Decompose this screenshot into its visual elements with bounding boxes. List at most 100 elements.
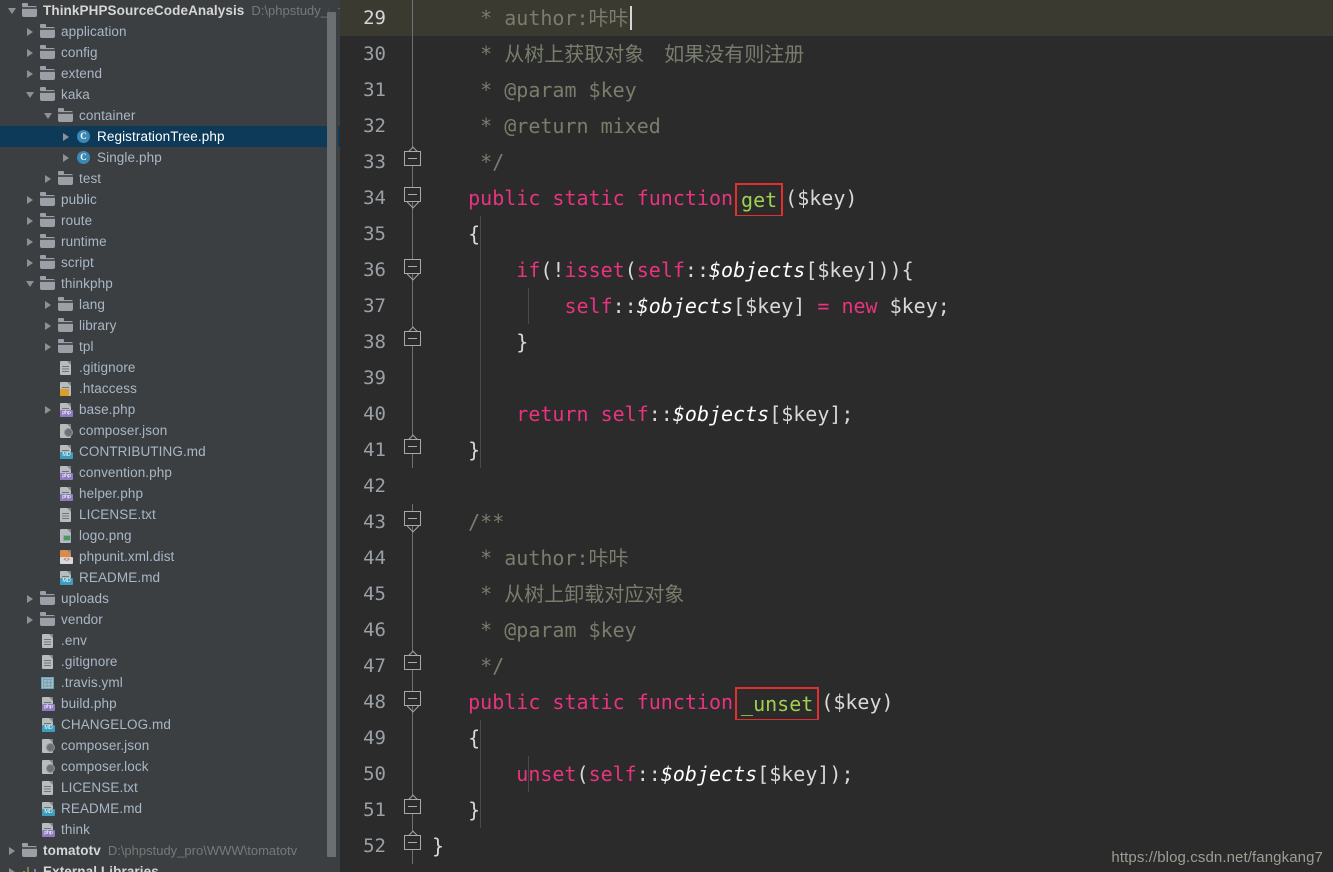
fold-gutter[interactable]	[394, 756, 432, 792]
code-text[interactable]: public static function_unset($key)	[432, 684, 1333, 720]
fold-gutter[interactable]	[394, 828, 432, 864]
fold-gutter[interactable]	[394, 0, 432, 36]
fold-gutter[interactable]	[394, 72, 432, 108]
chevron-right-icon[interactable]	[24, 214, 37, 227]
line-number[interactable]: 52	[340, 828, 394, 864]
tree-item-base-php[interactable]: phpbase.php	[0, 399, 340, 420]
line-number[interactable]: 41	[340, 432, 394, 468]
fold-gutter[interactable]	[394, 684, 432, 720]
code-text[interactable]: }	[432, 324, 1333, 360]
tree-item-thinkphpsourcecodeanalysis[interactable]: ThinkPHPSourceCodeAnalysisD:\phpstudy_pr…	[0, 0, 340, 21]
code-text[interactable]: /**	[432, 504, 1333, 540]
fold-gutter[interactable]	[394, 108, 432, 144]
fold-gutter[interactable]	[394, 576, 432, 612]
code-line[interactable]: 32 * @return mixed	[340, 108, 1333, 144]
chevron-down-icon[interactable]	[24, 277, 37, 290]
line-number[interactable]: 37	[340, 288, 394, 324]
tree-item-htaccess[interactable]: .htaccess	[0, 378, 340, 399]
line-number[interactable]: 31	[340, 72, 394, 108]
code-line[interactable]: 51 }	[340, 792, 1333, 828]
fold-gutter[interactable]	[394, 648, 432, 684]
tree-item-tomatotv[interactable]: tomatotvD:\phpstudy_pro\WWW\tomatotv	[0, 840, 340, 861]
line-number[interactable]: 47	[340, 648, 394, 684]
line-number[interactable]: 42	[340, 468, 394, 504]
line-number[interactable]: 48	[340, 684, 394, 720]
fold-gutter[interactable]	[394, 468, 432, 504]
project-tree-panel[interactable]: ThinkPHPSourceCodeAnalysisD:\phpstudy_pr…	[0, 0, 340, 872]
chevron-right-icon[interactable]	[60, 151, 73, 164]
code-text[interactable]	[432, 468, 1333, 504]
code-line[interactable]: 46 * @param $key	[340, 612, 1333, 648]
line-number[interactable]: 44	[340, 540, 394, 576]
fold-gutter[interactable]	[394, 216, 432, 252]
fold-collapse-icon[interactable]	[404, 259, 421, 274]
line-number[interactable]: 45	[340, 576, 394, 612]
fold-gutter[interactable]	[394, 324, 432, 360]
code-text[interactable]: * author:咔咔	[432, 540, 1333, 576]
fold-collapse-icon[interactable]	[404, 655, 421, 670]
fold-collapse-icon[interactable]	[404, 691, 421, 706]
fold-gutter[interactable]	[394, 36, 432, 72]
tree-item-license-txt[interactable]: LICENSE.txt	[0, 504, 340, 525]
tree-item-readme-md[interactable]: MDREADME.md	[0, 798, 340, 819]
tree-item-contributing-md[interactable]: MDCONTRIBUTING.md	[0, 441, 340, 462]
tree-item-travis-yml[interactable]: .travis.yml	[0, 672, 340, 693]
code-editor[interactable]: 29 * author:咔咔30 * 从树上获取对象 如果没有则注册31 * @…	[340, 0, 1333, 872]
tree-item-license-txt[interactable]: LICENSE.txt	[0, 777, 340, 798]
fold-gutter[interactable]	[394, 396, 432, 432]
chevron-right-icon[interactable]	[6, 865, 19, 872]
code-line[interactable]: 36 if(!isset(self::$objects[$key])){	[340, 252, 1333, 288]
code-line[interactable]: 47 */	[340, 648, 1333, 684]
chevron-right-icon[interactable]	[42, 298, 55, 311]
code-text[interactable]: public static functionget($key)	[432, 180, 1333, 216]
chevron-down-icon[interactable]	[42, 109, 55, 122]
tree-item-composer-lock[interactable]: composer.lock	[0, 756, 340, 777]
chevron-right-icon[interactable]	[24, 25, 37, 38]
code-line[interactable]: 43 /**	[340, 504, 1333, 540]
chevron-right-icon[interactable]	[24, 592, 37, 605]
line-number[interactable]: 32	[340, 108, 394, 144]
code-line[interactable]: 29 * author:咔咔	[340, 0, 1333, 36]
tree-item-extend[interactable]: extend	[0, 63, 340, 84]
tree-item-gitignore[interactable]: .gitignore	[0, 357, 340, 378]
code-text[interactable]: * @return mixed	[432, 108, 1333, 144]
tree-item-route[interactable]: route	[0, 210, 340, 231]
tree-item-single-php[interactable]: CSingle.php	[0, 147, 340, 168]
chevron-right-icon[interactable]	[60, 130, 73, 143]
tree-item-tpl[interactable]: tpl	[0, 336, 340, 357]
code-line[interactable]: 33 */	[340, 144, 1333, 180]
tree-item-vendor[interactable]: vendor	[0, 609, 340, 630]
fold-gutter[interactable]	[394, 792, 432, 828]
tree-item-application[interactable]: application	[0, 21, 340, 42]
chevron-right-icon[interactable]	[42, 403, 55, 416]
line-number[interactable]: 33	[340, 144, 394, 180]
tree-item-gitignore[interactable]: .gitignore	[0, 651, 340, 672]
line-number[interactable]: 35	[340, 216, 394, 252]
chevron-right-icon[interactable]	[24, 613, 37, 626]
fold-collapse-icon[interactable]	[404, 439, 421, 454]
chevron-right-icon[interactable]	[42, 319, 55, 332]
code-text[interactable]: */	[432, 144, 1333, 180]
tree-item-think[interactable]: phpthink	[0, 819, 340, 840]
chevron-right-icon[interactable]	[24, 46, 37, 59]
code-text[interactable]: return self::$objects[$key];	[432, 396, 1333, 432]
tree-item-container[interactable]: container	[0, 105, 340, 126]
project-tree-scrollbar-track[interactable]	[329, 0, 338, 872]
code-text[interactable]: {	[432, 216, 1333, 252]
line-number[interactable]: 39	[340, 360, 394, 396]
tree-item-composer-json[interactable]: composer.json	[0, 420, 340, 441]
project-tree[interactable]: ThinkPHPSourceCodeAnalysisD:\phpstudy_pr…	[0, 0, 340, 872]
code-line[interactable]: 39	[340, 360, 1333, 396]
line-number[interactable]: 29	[340, 0, 394, 36]
tree-item-readme-md[interactable]: MDREADME.md	[0, 567, 340, 588]
tree-item-script[interactable]: script	[0, 252, 340, 273]
tree-item-logo-png[interactable]: logo.png	[0, 525, 340, 546]
code-line[interactable]: 42	[340, 468, 1333, 504]
fold-gutter[interactable]	[394, 504, 432, 540]
line-number[interactable]: 50	[340, 756, 394, 792]
code-text[interactable]: */	[432, 648, 1333, 684]
fold-gutter[interactable]	[394, 612, 432, 648]
code-text[interactable]: }	[432, 792, 1333, 828]
code-line[interactable]: 38 }	[340, 324, 1333, 360]
code-line[interactable]: 50 unset(self::$objects[$key]);	[340, 756, 1333, 792]
